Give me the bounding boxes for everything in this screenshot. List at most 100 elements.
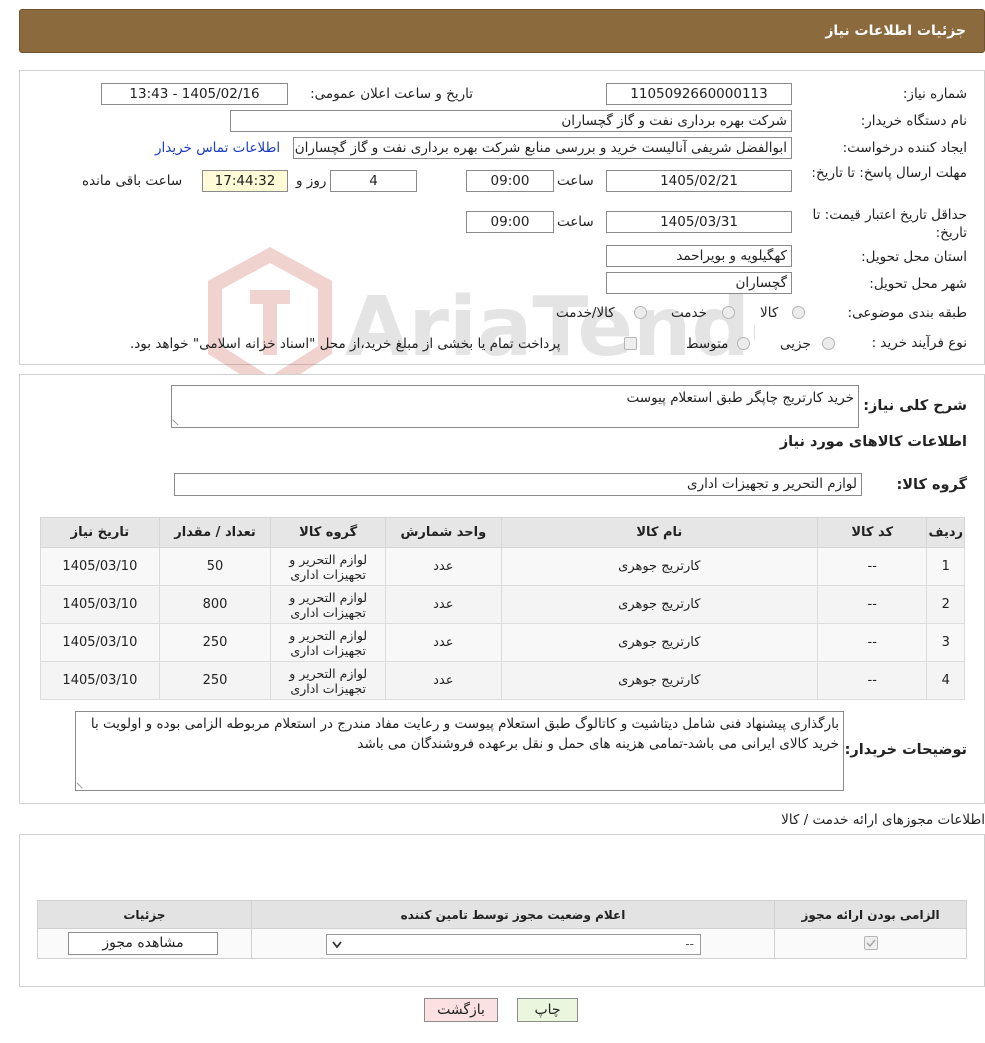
process-minor-radio[interactable] xyxy=(822,337,835,350)
cell-date: 1405/03/10 xyxy=(40,585,160,624)
cell-date: 1405/03/10 xyxy=(40,623,160,662)
table-row: 1 -- کارتریج جوهری عدد لوازم التحریر و ت… xyxy=(40,547,965,586)
requester-field: ابوالفضل شریفی آنالیست خرید و بررسی مناب… xyxy=(293,137,792,159)
col-status-header: اعلام وضعیت مجوز توسط تامین کننده xyxy=(250,900,776,929)
cell-qty: 250 xyxy=(158,623,272,662)
buyer-org-label: نام دستگاه خریدار: xyxy=(860,113,967,129)
col-details-header: جزئیات xyxy=(37,900,252,929)
cell-qty: 800 xyxy=(158,585,272,624)
back-button[interactable]: بازگشت xyxy=(424,998,498,1022)
city-label: شهر محل تحویل: xyxy=(869,276,967,292)
category-both-label: کالا/خدمت xyxy=(556,305,615,321)
table-row: 2 -- کارتریج جوهری عدد لوازم التحریر و ت… xyxy=(40,585,965,624)
license-status-select[interactable]: -- xyxy=(326,934,701,955)
cell-unit: عدد xyxy=(385,585,502,624)
remaining-time-field: 17:44:32 xyxy=(202,170,288,192)
required-checkbox xyxy=(864,936,878,950)
col-name-header: نام کالا xyxy=(500,517,818,548)
cell-row: 4 xyxy=(926,661,965,700)
items-table-header: ردیف کد کالا نام کالا واحد شمارش گروه کا… xyxy=(40,517,965,548)
col-code-header: کد کالا xyxy=(816,517,928,548)
cell-code: -- xyxy=(816,623,928,662)
buyer-notes-field: بارگذاری پیشنهاد فنی شامل دیتاشیت و کاتا… xyxy=(75,711,844,791)
days-field: 4 xyxy=(330,170,417,192)
treasury-checkbox[interactable] xyxy=(624,337,637,350)
col-qty-header: تعداد / مقدار xyxy=(158,517,272,548)
deadline-time-field: 09:00 xyxy=(466,170,554,192)
cell-code: -- xyxy=(816,661,928,700)
validity-date-field: 1405/03/31 xyxy=(606,211,792,233)
process-label: نوع فرآیند خرید : xyxy=(871,335,967,351)
cell-name: کارتریج جوهری xyxy=(500,585,818,624)
table-row: 3 -- کارتریج جوهری عدد لوازم التحریر و ت… xyxy=(40,623,965,662)
cell-name: کارتریج جوهری xyxy=(500,547,818,586)
requester-label: ایجاد کننده درخواست: xyxy=(842,140,967,156)
need-number-label: شماره نیاز: xyxy=(902,86,967,102)
cell-group: لوازم التحریر و تجهیزات اداری xyxy=(270,661,387,700)
description-label: شرح کلی نیاز: xyxy=(863,398,967,414)
licenses-table-header: الزامی بودن ارائه مجوز اعلام وضعیت مجوز … xyxy=(37,900,967,929)
cell-row: 1 xyxy=(926,547,965,586)
description-field: خرید کارتریج چاپگر طبق استعلام پیوست xyxy=(171,385,859,428)
announce-date-label: تاریخ و ساعت اعلان عمومی: xyxy=(310,86,473,102)
goods-group-field: لوازم التحریر و تجهیزات اداری xyxy=(174,473,862,496)
days-label: روز و xyxy=(296,173,327,189)
province-label: استان محل تحویل: xyxy=(861,249,967,265)
need-number-field: 1105092660000113 xyxy=(606,83,792,105)
print-button[interactable]: چاپ xyxy=(517,998,578,1022)
buyer-notes-label: توضیحات خریدار: xyxy=(844,742,967,758)
buyer-org-field: شرکت بهره برداری نفت و گاز گچساران xyxy=(230,110,792,132)
category-service-radio[interactable] xyxy=(722,306,735,319)
cell-row: 2 xyxy=(926,585,965,624)
cell-date: 1405/03/10 xyxy=(40,547,160,586)
city-field: گچساران xyxy=(606,272,792,294)
process-medium-label: متوسط xyxy=(686,336,729,352)
col-row-header: ردیف xyxy=(926,517,965,548)
cell-unit: عدد xyxy=(385,623,502,662)
cell-code: -- xyxy=(816,585,928,624)
remaining-time-label: ساعت باقی مانده xyxy=(82,173,183,189)
goods-section-title: اطلاعات کالاهای مورد نیاز xyxy=(779,434,967,450)
cell-name: کارتریج جوهری xyxy=(500,661,818,700)
deadline-date-field: 1405/02/21 xyxy=(606,170,792,192)
cell-qty: 250 xyxy=(158,661,272,700)
page-header: جزئیات اطلاعات نیاز xyxy=(19,9,985,53)
cell-row: 3 xyxy=(926,623,965,662)
validity-time-label: ساعت xyxy=(557,214,594,230)
category-goods-label: کالا xyxy=(760,305,779,321)
cell-name: کارتریج جوهری xyxy=(500,623,818,662)
cell-qty: 50 xyxy=(158,547,272,586)
cell-code: -- xyxy=(816,547,928,586)
table-row: 4 -- کارتریج جوهری عدد لوازم التحریر و ت… xyxy=(40,661,965,700)
announce-date-field: 1405/02/16 - 13:43 xyxy=(101,83,288,105)
category-label: طبقه بندی موضوعی: xyxy=(847,305,967,321)
category-both-radio[interactable] xyxy=(634,306,647,319)
process-minor-label: جزیی xyxy=(780,336,811,352)
process-medium-radio[interactable] xyxy=(737,337,750,350)
category-goods-radio[interactable] xyxy=(792,306,805,319)
cell-date: 1405/03/10 xyxy=(40,661,160,700)
view-license-button[interactable]: مشاهده مجوز xyxy=(68,932,218,955)
goods-group-label: گروه کالا: xyxy=(896,477,967,493)
col-date-header: تاریخ نیاز xyxy=(40,517,160,548)
validity-time-field: 09:00 xyxy=(466,211,554,233)
items-table: ردیف کد کالا نام کالا واحد شمارش گروه کا… xyxy=(40,517,965,700)
license-status-value: -- xyxy=(685,937,694,951)
cell-group: لوازم التحریر و تجهیزات اداری xyxy=(270,585,387,624)
licenses-title: اطلاعات مجوزهای ارائه خدمت / کالا xyxy=(781,812,985,828)
province-field: کهگیلویه و بویراحمد xyxy=(606,245,792,267)
col-group-header: گروه کالا xyxy=(270,517,387,548)
check-icon xyxy=(866,939,876,948)
page-title: جزئیات اطلاعات نیاز xyxy=(825,23,966,39)
cell-group: لوازم التحریر و تجهیزات اداری xyxy=(270,623,387,662)
cell-unit: عدد xyxy=(385,547,502,586)
process-note: پرداخت تمام یا بخشی از مبلغ خرید،از محل … xyxy=(130,336,561,352)
col-required-header: الزامی بودن ارائه مجوز xyxy=(774,900,967,929)
contact-info-link[interactable]: اطلاعات تماس خریدار xyxy=(155,140,280,156)
validity-label: حداقل تاریخ اعتبار قیمت: تا تاریخ: xyxy=(812,207,967,241)
chevron-down-icon xyxy=(332,941,342,949)
deadline-label: مهلت ارسال پاسخ: تا تاریخ: xyxy=(811,165,967,181)
cell-group: لوازم التحریر و تجهیزات اداری xyxy=(270,547,387,586)
category-service-label: خدمت xyxy=(671,305,707,321)
deadline-time-label: ساعت xyxy=(557,173,594,189)
